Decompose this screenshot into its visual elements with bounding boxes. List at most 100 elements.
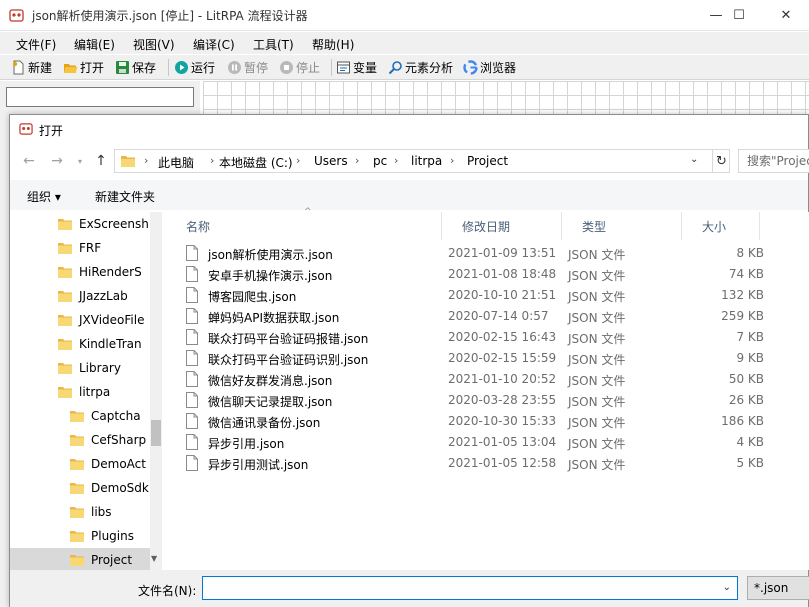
run-button[interactable]: 运行 [174, 59, 215, 76]
open-button[interactable]: 打开 [63, 59, 104, 76]
tree-item[interactable]: Library [10, 356, 150, 380]
tree-item[interactable]: litrpa [10, 380, 150, 404]
file-icon [186, 434, 198, 450]
element-analysis-button[interactable]: 元素分析 [388, 59, 453, 76]
file-icon [186, 413, 198, 429]
tree-item[interactable]: HiRenderS [10, 260, 150, 284]
tree-scrollbar[interactable]: ▼ [150, 212, 162, 570]
folder-icon [70, 554, 84, 566]
file-name: 微信通讯录备份.json [208, 414, 320, 431]
file-type: JSON 文件 [568, 351, 625, 368]
new-icon [11, 60, 26, 75]
column-header-date[interactable]: 修改日期 [442, 212, 562, 240]
tree-item[interactable]: FRF [10, 236, 150, 260]
tree-scrollbar-thumb[interactable] [151, 420, 161, 446]
search-box[interactable] [738, 149, 809, 173]
new-folder-button[interactable]: 新建文件夹 [95, 188, 155, 205]
up-arrow-icon[interactable]: ↑ [93, 153, 109, 169]
column-header-name[interactable]: 名称 [166, 212, 442, 240]
breadcrumb-separator-icon: › [144, 154, 148, 167]
file-row[interactable]: 微信好友群发消息.json2021-01-10 20:52JSON 文件50 K… [186, 369, 776, 390]
menu-bar: 文件(F) 编辑(E) 视图(V) 编译(C) 工具(T) 帮助(H) [0, 32, 809, 54]
breadcrumb-separator-icon: › [450, 154, 454, 167]
menu-file[interactable]: 文件(F) [16, 36, 56, 53]
breadcrumb-local-disk[interactable]: 本地磁盘 (C:) [219, 154, 293, 171]
file-row[interactable]: 异步引用.json2021-01-05 13:04JSON 文件4 KB [186, 432, 776, 453]
file-row[interactable]: 蝉妈妈API数据获取.json2020-07-14 0:57JSON 文件259… [186, 306, 776, 327]
breadcrumb-project[interactable]: Project [467, 154, 508, 168]
maximize-button[interactable]: ☐ [716, 0, 762, 31]
new-label: 新建 [28, 59, 52, 76]
activity-search-input[interactable] [6, 87, 194, 107]
tree-item[interactable]: Project [10, 548, 150, 570]
scroll-down-icon[interactable]: ▼ [151, 554, 157, 563]
file-type: JSON 文件 [568, 456, 625, 473]
element-analysis-icon [388, 60, 403, 75]
file-row[interactable]: 联众打码平台验证码识别.json2020-02-15 15:59JSON 文件9… [186, 348, 776, 369]
file-type-filter[interactable]: *.json [747, 576, 809, 600]
breadcrumb-users[interactable]: Users [314, 154, 348, 168]
menu-compile[interactable]: 编译(C) [193, 36, 235, 53]
file-type: JSON 文件 [568, 309, 625, 326]
browser-button[interactable]: 浏览器 [463, 59, 516, 76]
file-size: 8 KB [686, 246, 764, 260]
save-button[interactable]: 保存 [115, 59, 156, 76]
forward-arrow-icon[interactable]: → [49, 153, 65, 169]
stop-button[interactable]: 停止 [279, 59, 320, 76]
breadcrumb-litrpa[interactable]: litrpa [411, 154, 442, 168]
file-type: JSON 文件 [568, 372, 625, 389]
tree-item[interactable]: Captcha [10, 404, 150, 428]
file-date: 2020-07-14 0:57 [448, 309, 549, 323]
menu-help[interactable]: 帮助(H) [312, 36, 354, 53]
folder-icon [70, 458, 84, 470]
folder-icon [70, 482, 84, 494]
file-row[interactable]: 博客园爬虫.json2020-10-10 21:51JSON 文件132 KB [186, 285, 776, 306]
file-row[interactable]: 异步引用测试.json2021-01-05 12:58JSON 文件5 KB [186, 453, 776, 474]
run-label: 运行 [191, 59, 215, 76]
breadcrumb-this-pc[interactable]: 此电脑 [158, 154, 194, 171]
column-header-size[interactable]: 大小 [682, 212, 760, 240]
address-dropdown-icon[interactable]: ⌄ [690, 154, 698, 165]
filename-input[interactable] [203, 577, 713, 599]
close-button[interactable]: ✕ [763, 0, 809, 31]
file-size: 74 KB [686, 267, 764, 281]
column-name-label: 名称 [186, 218, 210, 235]
filename-field[interactable]: ⌄ [202, 576, 738, 600]
maximize-icon: ☐ [733, 8, 745, 23]
filename-dropdown-icon[interactable]: ⌄ [723, 582, 731, 593]
breadcrumb-pc[interactable]: pc [373, 154, 387, 168]
tree-item-label: Library [79, 361, 121, 375]
variables-button[interactable]: 变量 [336, 59, 377, 76]
tree-item[interactable]: CefSharp [10, 428, 150, 452]
file-row[interactable]: 微信通讯录备份.json2020-10-30 15:33JSON 文件186 K… [186, 411, 776, 432]
tree-item[interactable]: DemoAct [10, 452, 150, 476]
refresh-icon[interactable]: ↻ [712, 150, 730, 172]
tree-item[interactable]: DemoSdk [10, 476, 150, 500]
file-row[interactable]: json解析使用演示.json2021-01-09 13:51JSON 文件8 … [186, 243, 776, 264]
tree-item[interactable]: ExScreensh [10, 212, 150, 236]
back-arrow-icon[interactable]: ← [21, 153, 37, 169]
file-type: JSON 文件 [568, 435, 625, 452]
address-bar[interactable]: › 此电脑 › 本地磁盘 (C:) › Users › pc › litrpa … [114, 149, 730, 173]
file-row[interactable]: 安卓手机操作演示.json2021-01-08 18:48JSON 文件74 K… [186, 264, 776, 285]
column-header-type[interactable]: 类型 [562, 212, 682, 240]
tree-item[interactable]: libs [10, 500, 150, 524]
pause-button[interactable]: 暂停 [227, 59, 268, 76]
breadcrumb-separator-icon: › [394, 154, 398, 167]
menu-view[interactable]: 视图(V) [133, 36, 175, 53]
tree-item[interactable]: JXVideoFile [10, 308, 150, 332]
tree-item[interactable]: Plugins [10, 524, 150, 548]
file-row[interactable]: 联众打码平台验证码报错.json2020-02-15 16:43JSON 文件7… [186, 327, 776, 348]
menu-edit[interactable]: 编辑(E) [74, 36, 115, 53]
search-input[interactable] [739, 150, 809, 172]
tree-item[interactable]: JJazzLab [10, 284, 150, 308]
new-button[interactable]: 新建 [11, 59, 52, 76]
variables-icon [336, 60, 351, 75]
menu-tools[interactable]: 工具(T) [253, 36, 294, 53]
toolbar: 新建 打开 保存 运行 暂停 停止 变量 元素分析 浏览器 [0, 55, 809, 80]
file-row[interactable]: 微信聊天记录提取.json2020-03-28 23:55JSON 文件26 K… [186, 390, 776, 411]
dialog-titlebar: 打开 [10, 115, 808, 143]
recent-dropdown-icon[interactable]: ▾ [72, 153, 88, 169]
tree-item[interactable]: KindleTran [10, 332, 150, 356]
organize-button[interactable]: 组织 ▾ [27, 188, 61, 205]
